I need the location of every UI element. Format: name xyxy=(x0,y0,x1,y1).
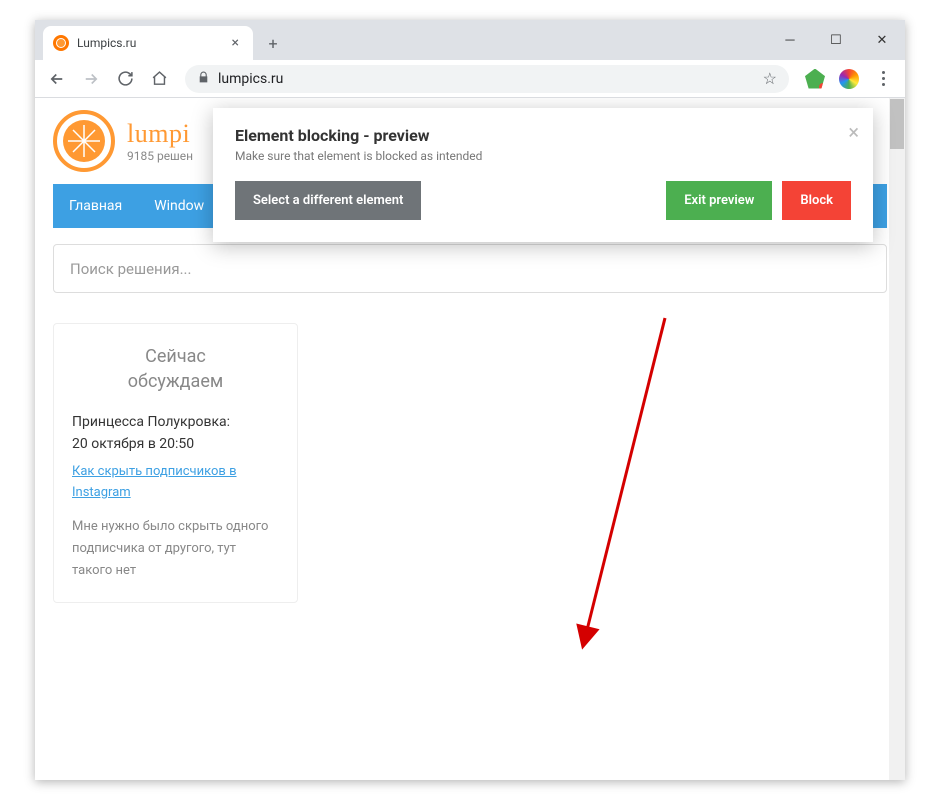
nav-home[interactable]: Главная xyxy=(53,184,138,228)
scrollbar[interactable] xyxy=(889,98,905,780)
tab-title: Lumpics.ru xyxy=(77,36,220,50)
address-bar[interactable]: lumpics.ru ☆ xyxy=(185,65,789,93)
popup-close-icon[interactable]: × xyxy=(848,120,859,144)
home-button[interactable] xyxy=(145,65,173,93)
back-button[interactable] xyxy=(43,65,71,93)
element-blocking-popup: × Element blocking - preview Make sure t… xyxy=(213,108,873,242)
select-different-button[interactable]: Select a different element xyxy=(235,181,421,220)
forward-button[interactable] xyxy=(77,65,105,93)
window-controls: ─ ☐ ✕ xyxy=(767,20,905,60)
titlebar: Lumpics.ru × + ─ ☐ ✕ xyxy=(35,20,905,60)
block-button[interactable]: Block xyxy=(782,181,851,220)
comment-body: Мне нужно было скрыть одного подписчика … xyxy=(72,516,279,582)
site-brand: lumpi 9185 решен xyxy=(127,119,193,163)
browser-toolbar: lumpics.ru ☆ xyxy=(35,60,905,98)
search-box[interactable] xyxy=(53,244,887,293)
maximize-button[interactable]: ☐ xyxy=(813,20,859,60)
comment-link[interactable]: Как скрыть подписчиков в Instagram xyxy=(72,462,279,504)
site-name: lumpi xyxy=(127,119,193,149)
reload-button[interactable] xyxy=(111,65,139,93)
nav-windows[interactable]: Window xyxy=(138,184,220,228)
site-tagline: 9185 решен xyxy=(127,149,193,163)
comment-date: 20 октября в 20:50 xyxy=(72,436,279,452)
close-window-button[interactable]: ✕ xyxy=(859,20,905,60)
bookmark-star-icon[interactable]: ☆ xyxy=(763,69,777,88)
extension-color-icon[interactable] xyxy=(839,69,859,89)
page-viewport: lumpi 9185 решен Главная Window Поиск Go… xyxy=(35,98,905,780)
popup-subtitle: Make sure that element is blocked as int… xyxy=(235,149,851,163)
browser-tab[interactable]: Lumpics.ru × xyxy=(43,26,253,60)
close-tab-icon[interactable]: × xyxy=(228,33,243,53)
favicon-icon xyxy=(53,35,69,51)
site-logo-icon[interactable] xyxy=(53,110,115,172)
minimize-button[interactable]: ─ xyxy=(767,20,813,60)
card-title: Сейчас обсуждаем xyxy=(72,344,279,394)
discussion-card: Сейчас обсуждаем Принцесса Полукровка: 2… xyxy=(53,323,298,603)
exit-preview-button[interactable]: Exit preview xyxy=(666,181,772,220)
browser-menu-button[interactable] xyxy=(869,71,897,86)
comment-author: Принцесса Полукровка: xyxy=(72,414,279,430)
scrollbar-thumb[interactable] xyxy=(890,99,904,149)
popup-title: Element blocking - preview xyxy=(235,126,851,145)
new-tab-button[interactable]: + xyxy=(259,29,287,57)
browser-window: Lumpics.ru × + ─ ☐ ✕ lumpics.ru ☆ xyxy=(35,20,905,780)
lock-icon xyxy=(197,71,210,87)
search-input[interactable] xyxy=(70,260,870,278)
url-text: lumpics.ru xyxy=(218,71,755,87)
extension-adguard-icon[interactable] xyxy=(805,69,825,89)
popup-actions: Select a different element Exit preview … xyxy=(235,181,851,220)
